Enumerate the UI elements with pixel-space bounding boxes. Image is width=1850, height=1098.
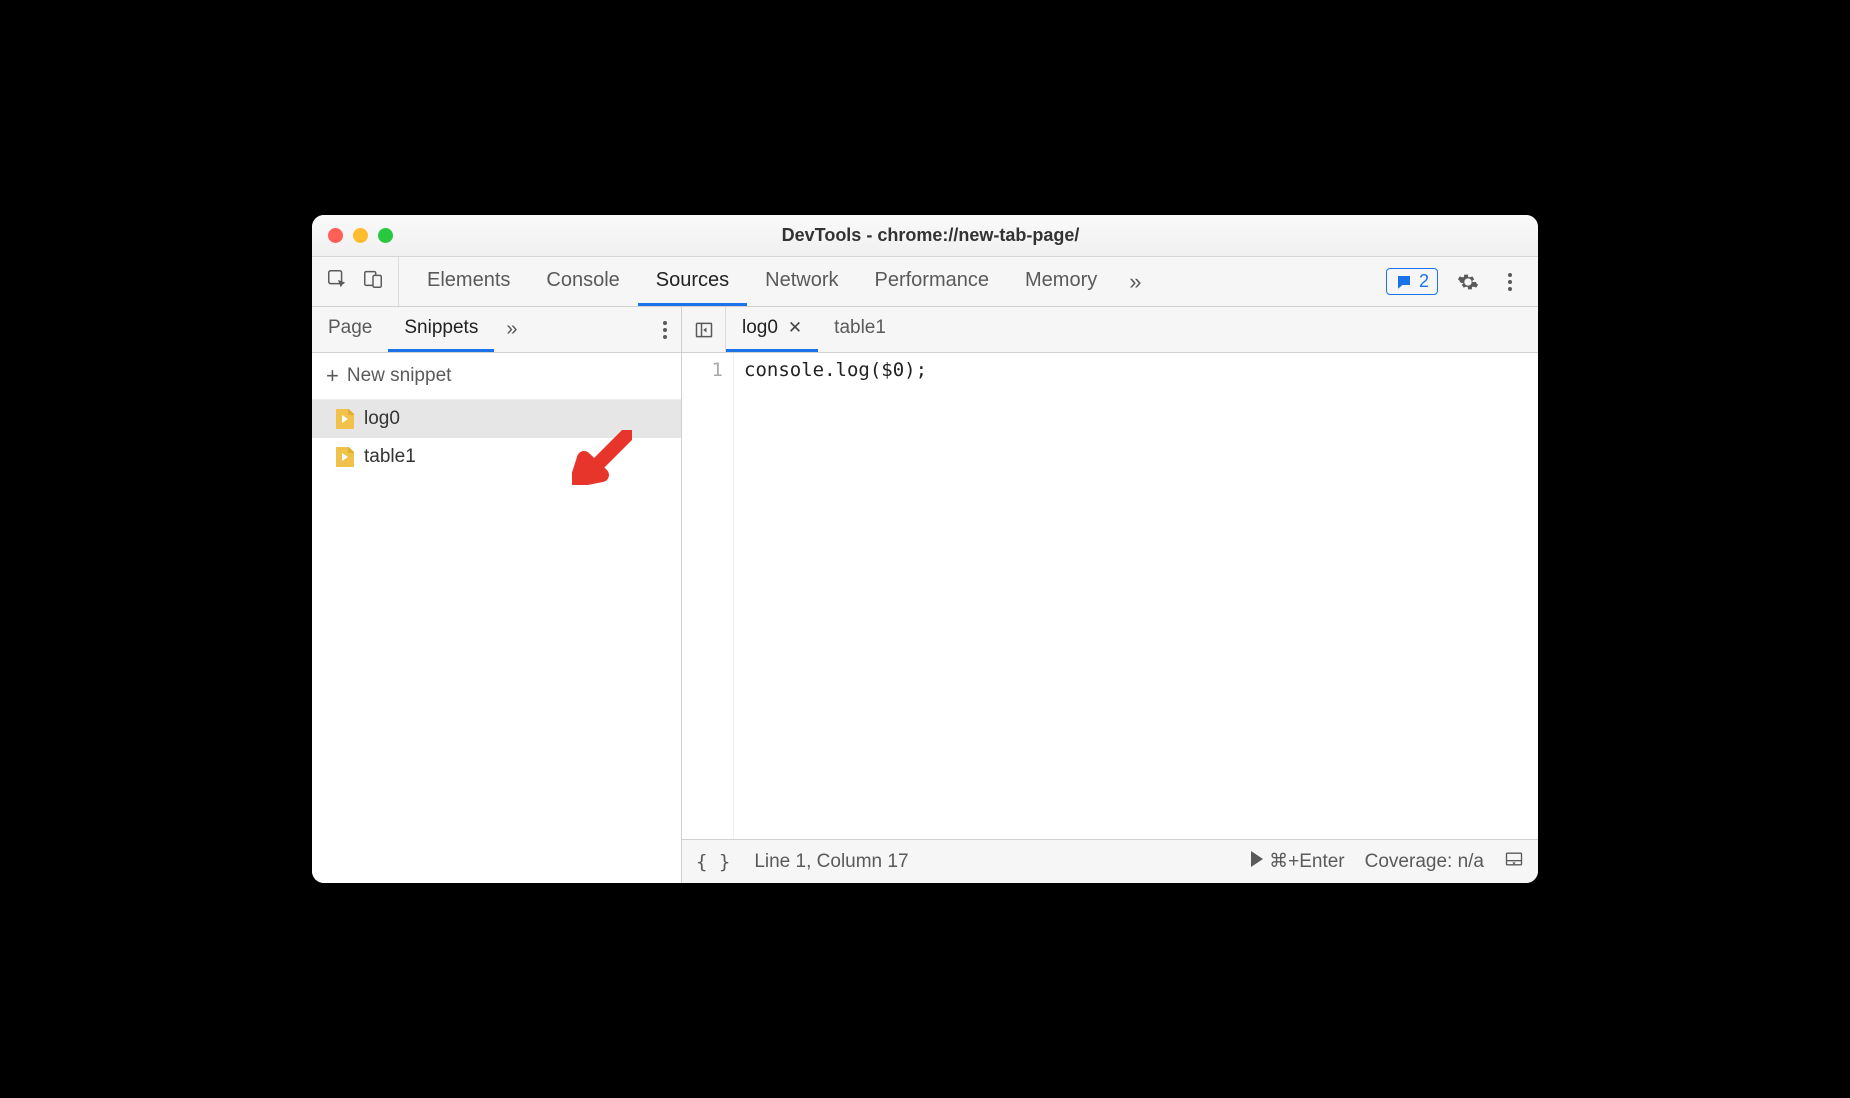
titlebar: DevTools - chrome://new-tab-page/: [312, 215, 1538, 257]
editor-tab-log0[interactable]: log0 ✕: [726, 307, 818, 352]
tab-sources[interactable]: Sources: [638, 257, 747, 306]
snippet-file-icon: [336, 447, 354, 467]
pretty-print-button[interactable]: { }: [696, 851, 730, 873]
sidebar-more-tabs-icon[interactable]: »: [494, 307, 529, 352]
editor-tabs: log0 ✕ table1: [682, 307, 1538, 353]
settings-button[interactable]: [1456, 270, 1480, 294]
editor-tab-label: table1: [834, 317, 886, 339]
run-snippet-button[interactable]: ⌘+Enter: [1251, 850, 1345, 873]
play-icon: [1251, 851, 1263, 867]
main-tabs: Elements Console Sources Network Perform…: [399, 257, 1370, 306]
window-title: DevTools - chrome://new-tab-page/: [393, 225, 1538, 246]
snippet-name: log0: [364, 408, 400, 430]
sources-sidebar: Page Snippets » + New snippet log0 table…: [312, 307, 682, 883]
kebab-menu-button[interactable]: [1498, 270, 1522, 294]
issues-badge[interactable]: 2: [1386, 268, 1438, 295]
tab-memory[interactable]: Memory: [1007, 257, 1115, 306]
device-toolbar-icon[interactable]: [362, 268, 384, 295]
code-editor[interactable]: 1 console.log($0);: [682, 353, 1538, 839]
new-snippet-label: New snippet: [347, 365, 452, 387]
snippet-file-icon: [336, 409, 354, 429]
line-gutter: 1: [682, 353, 734, 839]
tab-console[interactable]: Console: [528, 257, 637, 306]
toggle-navigator-button[interactable]: [682, 307, 726, 352]
close-window-button[interactable]: [328, 228, 343, 243]
cursor-position: Line 1, Column 17: [754, 851, 908, 873]
snippet-item-log0[interactable]: log0: [312, 400, 681, 438]
tab-elements[interactable]: Elements: [409, 257, 528, 306]
sidebar-tab-page[interactable]: Page: [312, 307, 388, 352]
tab-performance[interactable]: Performance: [857, 257, 1008, 306]
inspect-element-icon[interactable]: [326, 268, 348, 295]
new-snippet-button[interactable]: + New snippet: [312, 353, 681, 400]
snippet-list: log0 table1: [312, 400, 681, 883]
more-tabs-icon[interactable]: »: [1115, 257, 1155, 306]
snippet-item-table1[interactable]: table1: [312, 438, 681, 476]
zoom-window-button[interactable]: [378, 228, 393, 243]
devtools-window: DevTools - chrome://new-tab-page/ Elemen…: [312, 215, 1538, 883]
snippet-name: table1: [364, 446, 416, 468]
editor-statusbar: { } Line 1, Column 17 ⌘+Enter Coverage: …: [682, 839, 1538, 883]
show-drawer-button[interactable]: [1504, 849, 1524, 875]
minimize-window-button[interactable]: [353, 228, 368, 243]
editor-area: log0 ✕ table1 1 console.log($0); { } Lin…: [682, 307, 1538, 883]
close-tab-icon[interactable]: ✕: [788, 318, 802, 338]
main-toolbar: Elements Console Sources Network Perform…: [312, 257, 1538, 307]
window-controls: [328, 228, 393, 243]
editor-tab-label: log0: [742, 317, 778, 339]
issues-count: 2: [1419, 271, 1429, 292]
sidebar-tab-snippets[interactable]: Snippets: [388, 307, 494, 352]
code-content[interactable]: console.log($0);: [734, 353, 1538, 839]
editor-tab-table1[interactable]: table1: [818, 307, 902, 352]
tab-network[interactable]: Network: [747, 257, 856, 306]
plus-icon: +: [326, 363, 339, 389]
coverage-status: Coverage: n/a: [1365, 851, 1484, 873]
gear-icon: [1457, 271, 1479, 293]
sidebar-kebab-menu[interactable]: [649, 307, 681, 352]
sidebar-tabs: Page Snippets »: [312, 307, 681, 353]
issues-icon: [1395, 273, 1413, 291]
line-number: 1: [682, 359, 723, 381]
